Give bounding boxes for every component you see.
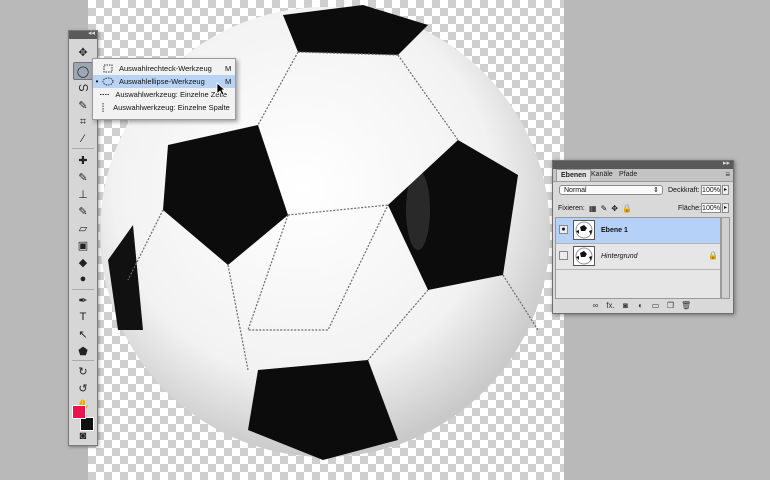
healing-brush-tool-icon[interactable]: ✚ [73,151,93,169]
trash-icon[interactable]: 🗑 [681,301,691,310]
tab-kanaele[interactable]: Kanäle [587,169,617,181]
layer-row-hintergrund[interactable]: Hintergrund 🔒 [556,244,720,270]
pen-tool-icon[interactable]: ✒ [73,291,93,309]
opacity-label: Deckkraft: [668,187,700,194]
3d-rotate-tool-icon[interactable]: ↻ [73,362,93,380]
layers-panel: ▸▸ Ebenen Kanäle Pfade ≡ Normal ⇕ Deckkr… [552,160,734,314]
foreground-color-swatch[interactable] [72,405,86,419]
lock-transparent-pixels-icon[interactable]: ▦ [589,204,597,213]
lock-all-icon[interactable]: 🔒 [622,204,632,213]
panel-tabs: Ebenen Kanäle Pfade ≡ [553,169,733,182]
eye-visibility-icon[interactable]: ● [559,225,568,234]
shortcut-key: M [225,64,232,73]
panel-menu-icon[interactable]: ≡ [725,170,730,179]
flyout-item-label: Auswahlrechteck-Werkzeug [119,64,212,73]
flyout-item-label: Auswahlellipse-Werkzeug [119,77,205,86]
rectangular-marquee-icon [101,64,115,74]
gradient-tool-icon[interactable]: ▣ [73,236,93,254]
tab-ebenen[interactable]: Ebenen [556,169,592,181]
single-row-marquee-icon [99,90,111,100]
layer-row-ebene-1[interactable]: ● Ebene 1 [556,218,720,244]
layer-name[interactable]: Hintergrund [601,253,638,260]
3d-orbit-tool-icon[interactable]: ↺ [73,379,93,397]
blur-tool-icon[interactable]: ◆ [73,253,93,271]
layer-list-scrollbar[interactable] [721,217,730,299]
tools-panel-grip[interactable]: ◂◂ [69,29,97,39]
flyout-item-single-row-marquee[interactable]: Auswahlwerkzeug: Einzelne Zeile [93,88,235,101]
single-column-marquee-icon [97,102,109,113]
add-mask-icon[interactable]: ◙ [621,301,630,310]
flyout-item-rectangular-marquee[interactable]: Auswahlrechteck-Werkzeug M [93,62,235,75]
lock-image-pixels-icon[interactable]: ✎ [601,204,608,213]
brush-tool-icon[interactable]: ✎ [73,168,93,186]
flyout-item-label: Auswahlwerkzeug: Einzelne Spalte [113,103,230,112]
new-group-icon[interactable]: ▭ [651,301,660,310]
lock-label: Fixieren: [558,205,585,212]
layer-thumbnail [573,246,595,266]
fill-input[interactable]: 100% [701,203,721,213]
blend-mode-value: Normal [564,187,587,194]
mouse-cursor-icon [216,82,226,96]
shape-tool-icon[interactable]: ⬟ [73,342,93,360]
layers-panel-titlebar[interactable]: ▸▸ [553,159,733,169]
layer-thumbnail [573,220,595,240]
marquee-tool-flyout: Auswahlrechteck-Werkzeug M • Auswahlelli… [92,58,236,120]
flyout-item-single-column-marquee[interactable]: Auswahlwerkzeug: Einzelne Spalte [93,101,235,114]
history-brush-tool-icon[interactable]: ✎ [73,202,93,220]
quick-mask-icon[interactable]: ◙ [73,427,93,445]
eye-visibility-icon[interactable] [559,251,568,260]
fill-dropdown-icon[interactable]: ▸ [722,203,729,213]
adjustment-layer-icon[interactable]: ◐ [636,301,645,310]
new-layer-icon[interactable]: ❐ [666,301,675,310]
fx-icon[interactable]: fx. [606,301,615,310]
elliptical-marquee-tool-icon[interactable]: ◯ [73,62,93,80]
tools-divider [72,360,94,361]
quick-selection-tool-icon[interactable]: ✎ [73,96,93,114]
lasso-tool-icon[interactable]: ഗ [73,79,93,97]
path-selection-tool-icon[interactable]: ↖ [73,325,93,343]
tools-divider [72,148,94,149]
collapse-icon[interactable]: ◂◂ [88,29,95,37]
lock-position-icon[interactable]: ✥ [611,204,618,213]
crop-tool-icon[interactable]: ⌗ [73,113,93,131]
opacity-dropdown-icon[interactable]: ▸ [722,185,729,195]
flyout-item-elliptical-marquee[interactable]: • Auswahlellipse-Werkzeug M [93,75,235,88]
shortcut-key: M [225,77,232,86]
eyedropper-tool-icon[interactable]: ∕ [73,130,93,148]
tools-divider [72,289,94,290]
dodge-tool-icon[interactable]: ● [73,270,93,288]
opacity-input[interactable]: 100% [701,185,721,195]
layer-list: ● Ebene 1 Hintergrund 🔒 [555,217,721,299]
link-layers-icon[interactable]: ∞ [591,301,600,310]
selected-bullet: • [95,77,99,86]
collapse-icon[interactable]: ▸▸ [723,159,730,167]
updown-arrows-icon: ⇕ [653,187,659,194]
type-tool-icon[interactable]: T [73,308,93,326]
eraser-tool-icon[interactable]: ▱ [73,219,93,237]
layers-bottom-toolbar: ∞ fx. ◙ ◐ ▭ ❐ 🗑 [591,301,692,310]
move-tool-icon[interactable]: ✥ [73,43,93,61]
layer-name[interactable]: Ebene 1 [601,227,628,234]
tab-pfade[interactable]: Pfade [615,169,641,181]
blend-mode-select[interactable]: Normal ⇕ [559,185,663,195]
clone-stamp-tool-icon[interactable]: ⊥ [73,185,93,203]
elliptical-marquee-icon [101,77,115,87]
fill-label: Fläche: [678,205,701,212]
lock-icon: 🔒 [708,251,718,260]
flyout-item-label: Auswahlwerkzeug: Einzelne Zeile [115,90,228,99]
